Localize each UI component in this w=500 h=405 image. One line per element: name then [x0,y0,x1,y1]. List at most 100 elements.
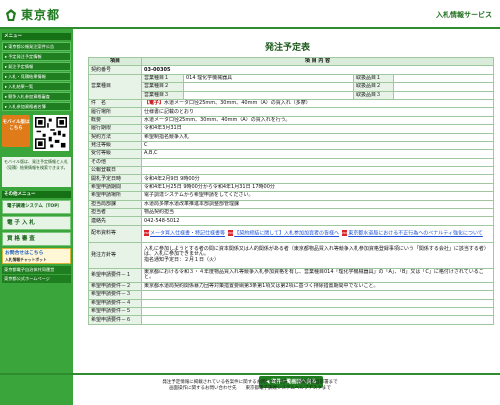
requirement-row: 希望申請要件－３ [88,290,495,300]
pdf-icon: PDF [342,230,349,237]
row-label: 履行期限 [88,124,142,134]
requirement-row: 希望申請要件－６ [88,315,495,325]
link-kyodo-unei[interactable]: 東京都電子自治体共同運営 [2,266,71,274]
sidebar-item-roster[interactable]: 入札参加資格者名簿 [2,102,71,111]
item-value [392,90,495,100]
header-item: 項目 [88,56,142,67]
business-type-value [183,82,354,92]
row-label: 受付等級 [88,149,142,159]
row-label: 担当者 [88,208,142,218]
faq-button[interactable]: お問合せはこちら 入札情報チャットボット [2,248,71,264]
sidebar-item-result-list[interactable]: 入札結果一覧 [2,82,71,91]
business-type-label: 営業種目３ [141,90,184,100]
table-row: 開札予定日時 令和4年2月9日 9時00分 [88,174,495,184]
table-row: 契約番号 03-00305 [88,65,495,75]
row-label: 希望申請要件－１ [88,267,142,283]
sidebar-item-bid-results[interactable]: 入札・見積結果情報 [2,72,71,81]
business-type-row: 営業種目３ 取扱品目３ [89,90,495,100]
row-value: 電子調達システムから希望申請をしてください。 [140,191,495,201]
row-label: 希望申請要件－５ [88,306,142,317]
docs-row: 配布資料等 PDFメータ買入仕様書・特記仕様書等 PDF【契約締結に関して】入札… [88,224,495,243]
sidebar-menu: 東京都公報発注案件公告 予定発注予定情報 発注予定情報 入札・見積結果情報 入札… [2,42,71,111]
table-row: 受付等級 A,B,C [88,149,495,159]
row-value: 令和4年3月31日 [140,124,495,134]
sidebar-item-order-plan[interactable]: 発注予定情報 [2,62,71,71]
mobile-version-button[interactable]: モバイル版はこちら [2,115,30,147]
row-value [140,306,495,317]
sidebar-menu-title: メニュー [2,33,71,40]
row-label: 営業種目 [88,73,142,100]
row-label: 契約番号 [88,65,142,75]
table-row: 連絡先 042-548-5012 [88,216,495,226]
item-value [392,82,495,92]
row-value [140,315,495,325]
table-header-row: 項目 項 目 内 容 [88,56,495,67]
row-value [140,157,495,168]
table-row: 発注等級 C [88,140,495,151]
row-value: 仕様書に記載のとおり [140,107,495,117]
pdf-icon: PDF [144,230,150,237]
logo-text: 東京都 [21,8,61,22]
page-title: 発注予定表 [264,43,310,53]
main-content: 発注予定表 項目 項 目 内 容 契約番号 03-00305 営業種目 営業種目… [80,29,495,405]
condition-text: 指名通知予定日：２月１日（火） [144,257,220,264]
link-official-homepage[interactable]: 東京都公式ホームページ [2,275,71,283]
table-row: 履行期限 令和4年3月31日 [88,124,495,134]
header-content: 項 目 内 容 [140,56,495,67]
sidebar-item-qualification[interactable]: 競争入札参加資格審査 [2,92,71,101]
table-row: 担当者 物品契約担当 [88,208,495,218]
mobile-section: モバイル版はこちら [2,115,71,155]
sidebar-item-yotei-plan[interactable]: 予定発注予定情報 [2,52,71,61]
business-type-row: 営業種目２ 取扱品目２ [89,82,495,92]
table-row: 履行場所 仕様書に記載のとおり [88,107,495,117]
conditions-value: 入札に参加しようとする者の間に資本関係又は人的関係がある者（東京都物品買入れ等競… [140,241,495,269]
row-value [140,290,495,300]
e-procurement-top-button[interactable]: 電子調達システム（TOP） [2,200,71,214]
row-label: 希望申請要件－６ [88,315,142,325]
row-label: 配布資料等 [88,224,142,243]
row-value [140,298,495,309]
table-row: 担当局部課 水道局多摩水道改革推進本部調整部管理課 [88,199,495,210]
contract-number: 03-00305 [140,65,495,75]
qualification-button[interactable]: 資 格 審 査 [2,232,71,246]
table-row: 公報登載日 [88,166,495,176]
row-value: 希望制指名競争入札 [140,132,495,142]
row-label: 希望申請要件－３ [88,290,142,300]
row-label: 公報登載日 [88,166,142,176]
requirement-row: 希望申請要件－５ [88,306,495,317]
qr-code-icon [33,115,69,151]
row-value: 水道メータ口径25mm、30mm、40mm（A）の買入れを行う。 [140,115,495,126]
tokyo-logo[interactable]: 東京都 [4,6,60,23]
requirement-row: 希望申請要件－４ [88,298,495,309]
row-label: 発注等級 [88,140,142,151]
doc-link-contract[interactable]: 【契約締結に関して】入札参加加資者の皆様へ [234,231,339,237]
table-row: 希望申請期間 令和4年1月25日 9時00分から令和4年1月31日 17時00分 [88,182,495,193]
subject-text: 水道メータ口径25mm、30mm、40mm（A）の買入れ（多摩） [164,100,311,107]
page: 東京都 入札情報サービス メニュー 東京都公報発注案件公告 予定発注予定情報 発… [0,0,500,405]
footer: 発注予定情報に掲載されている各案件に関するお問い合わせ先 各局所担当部署まで 画… [0,373,500,392]
e-bidding-button[interactable]: 電 子 入 札 [2,216,71,230]
row-label: 連絡先 [88,216,142,226]
row-label: 概要 [88,115,142,126]
conditions-row: 発注方針等 入札に参加しようとする者の間に資本関係又は人的関係がある者（東京都物… [88,241,495,269]
requirement-row: 希望申請要件－２ 東京都水道局契約関係暴力団等対策措置要綱第3条第1項又は第2項に… [88,281,495,292]
item-label: 取扱品目２ [353,82,394,92]
row-value: 水道局多摩水道改革推進本部調整部管理課 [140,199,495,210]
row-label: 希望申請要件－２ [88,281,142,292]
doc-link-penalty[interactable]: 東京都水道局における不正行為へのペナルティ強化について [348,231,483,237]
docs-value: PDFメータ買入仕様書・特記仕様書等 PDF【契約締結に関して】入札参加加資者の… [140,224,495,243]
tokyo-emblem-icon [6,8,16,21]
business-type-label: 営業種目１ [141,73,184,84]
row-value: 令和4年2月9日 9時00分 [140,174,495,184]
item-label: 取扱品目３ [353,90,394,100]
subject-value: 【電子】水道メータ口径25mm、30mm、40mm（A）の買入れ（多摩） [140,98,495,109]
row-label: 担当局部課 [88,199,142,210]
mobile-note: モバイル版は、発注予定情報と入札（見積）結果情報を検索できます。 [2,157,71,187]
row-label: 希望申請要件－４ [88,298,142,309]
order-detail-table: 項目 項 目 内 容 契約番号 03-00305 営業種目 営業種目１ 014 … [88,56,495,325]
doc-link-spec[interactable]: メータ買入仕様書・特記仕様書等 [150,231,225,237]
business-type-value [183,90,354,100]
pdf-icon: PDF [228,230,235,237]
sidebar-item-koho[interactable]: 東京都公報発注案件公告 [2,42,71,51]
row-value: 令和4年1月25日 9時00分から令和4年1月31日 17時00分 [140,182,495,193]
